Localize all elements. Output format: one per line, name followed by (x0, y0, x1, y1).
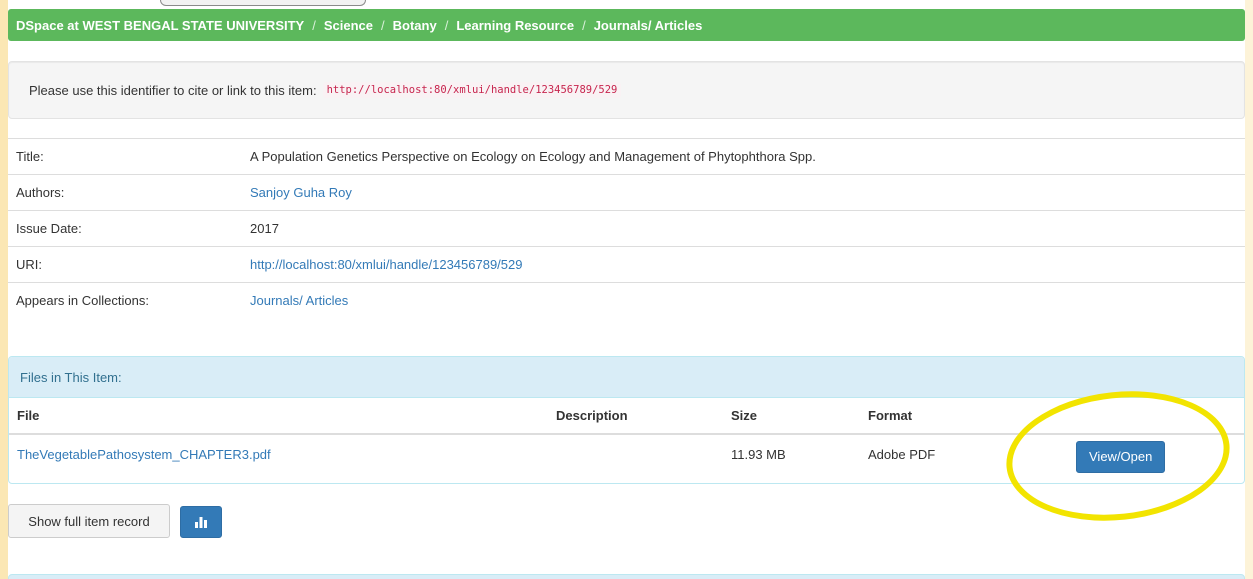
breadcrumb-separator: / (381, 17, 385, 33)
citation-text: Please use this identifier to cite or li… (29, 82, 317, 98)
metadata-label: Authors: (16, 185, 65, 200)
metadata-label: Title: (16, 149, 44, 164)
breadcrumb-item-learning-resource[interactable]: Learning Resource (456, 18, 574, 33)
metadata-title-value: A Population Genetics Perspective on Eco… (250, 149, 816, 164)
column-header-action (1018, 398, 1244, 435)
breadcrumb: DSpace at WEST BENGAL STATE UNIVERSITY /… (8, 9, 1245, 41)
uri-link[interactable]: http://localhost:80/xmlui/handle/1234567… (250, 257, 522, 272)
metadata-label: Appears in Collections: (16, 293, 149, 309)
metadata-label: Issue Date: (16, 221, 82, 236)
breadcrumb-separator: / (444, 17, 449, 33)
item-metadata-table: Title: A Population Genetics Perspective… (8, 138, 1245, 319)
citation-box: Please use this identifier to cite or li… (8, 61, 1245, 119)
metadata-label: URI: (16, 257, 42, 272)
show-full-record-button[interactable]: Show full item record (8, 504, 170, 538)
metadata-row-collections: Appears in Collections: Journals/ Articl… (8, 282, 1245, 319)
files-table-header: File Description Size Format (9, 398, 1244, 435)
next-panel-edge (8, 574, 1245, 579)
files-panel-heading: Files in This Item: (9, 357, 1244, 398)
column-header-format: Format (868, 398, 1018, 435)
metadata-date-value: 2017 (250, 221, 279, 236)
files-panel: Files in This Item: File Description Siz… (8, 356, 1245, 484)
file-format: Adobe PDF (868, 446, 936, 462)
statistics-button[interactable] (180, 506, 222, 538)
breadcrumb-separator: / (312, 17, 316, 33)
breadcrumb-separator: / (582, 17, 586, 33)
metadata-row-authors: Authors: Sanjoy Guha Roy (8, 174, 1245, 211)
file-description (556, 434, 731, 473)
page-edge-strip (0, 0, 8, 579)
column-header-size: Size (731, 398, 868, 435)
breadcrumb-item-home[interactable]: DSpace at WEST BENGAL STATE UNIVERSITY (16, 18, 304, 33)
collection-link[interactable]: Journals/ Articles (250, 293, 348, 308)
author-link[interactable]: Sanjoy Guha Roy (250, 185, 352, 200)
column-header-file: File (9, 398, 556, 435)
item-page: DSpace at WEST BENGAL STATE UNIVERSITY /… (8, 0, 1245, 579)
metadata-row-title: Title: A Population Genetics Perspective… (8, 138, 1245, 175)
file-size: 11.93 MB (731, 446, 786, 462)
breadcrumb-item-botany[interactable]: Botany (393, 18, 437, 33)
metadata-row-issue-date: Issue Date: 2017 (8, 210, 1245, 247)
view-open-button[interactable]: View/Open (1076, 441, 1166, 473)
column-header-description: Description (556, 398, 731, 435)
partial-top-button[interactable] (160, 0, 366, 6)
table-row: TheVegetablePathosystem_CHAPTER3.pdf 11.… (9, 434, 1244, 473)
citation-url: http://localhost:80/xmlui/handle/1234567… (322, 82, 622, 98)
breadcrumb-item-science[interactable]: Science (324, 18, 373, 33)
files-table: File Description Size Format TheVegetabl… (9, 398, 1244, 473)
bar-chart-icon (195, 517, 207, 528)
file-link[interactable]: TheVegetablePathosystem_CHAPTER3.pdf (17, 447, 271, 462)
metadata-row-uri: URI: http://localhost:80/xmlui/handle/12… (8, 246, 1245, 283)
breadcrumb-item-journals-articles[interactable]: Journals/ Articles (594, 18, 703, 33)
